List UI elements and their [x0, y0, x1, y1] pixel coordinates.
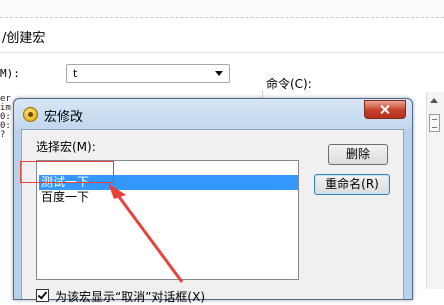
show-cancel-dialog-label: 为该宏显示“取消”对话框(X) [55, 290, 206, 304]
checkbox-checked-icon[interactable] [36, 289, 49, 302]
red-arrow-annotation [108, 183, 184, 283]
show-cancel-dialog-option[interactable]: 为该宏显示“取消”对话框(X) [36, 288, 205, 305]
